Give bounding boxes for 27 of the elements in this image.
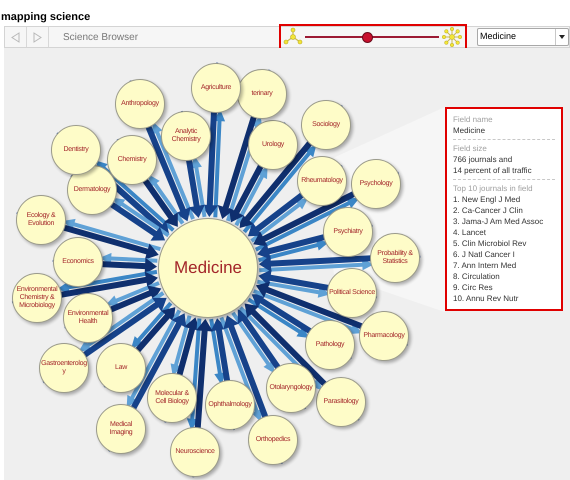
info-text: 2. Ca-Cancer J Clin: [453, 205, 524, 216]
info-text: 5. Clin Microbiol Rev: [453, 238, 528, 249]
section-heading: Field name: [453, 114, 494, 125]
info-text: 3. Jama-J Am Med Assoc: [453, 216, 544, 227]
page-title: mapping science: [1, 11, 90, 23]
field-dropdown[interactable]: Medicine: [477, 28, 569, 46]
info-text: 14 percent of all traffic: [453, 165, 533, 176]
back-icon: [11, 32, 20, 42]
forward-icon: [33, 32, 42, 42]
browser-title: Science Browser: [63, 30, 138, 44]
info-text: Medicine: [453, 125, 486, 136]
dropdown-button[interactable]: [555, 29, 568, 45]
caret-icon: [559, 35, 565, 39]
info-text: 766 journals and: [453, 154, 514, 165]
info-text: 9. Circ Res: [453, 282, 494, 293]
info-text: 10. Annu Rev Nutr: [453, 293, 520, 304]
info-text: 7. Ann Intern Med: [453, 260, 518, 271]
section-heading: Field size: [453, 143, 488, 154]
slider-thumb[interactable]: [362, 32, 374, 42]
info-text: 4. Lancet: [453, 227, 487, 238]
zoom-slider[interactable]: [305, 31, 439, 43]
info-text: 1. New Engl J Med: [453, 194, 522, 205]
large-network-icon: [441, 26, 463, 48]
section-heading: Top 10 journals in field: [453, 183, 534, 194]
info-text: 6. J Natl Cancer I: [453, 249, 516, 260]
info-text: 8. Circulation: [453, 271, 501, 282]
small-network-icon: [283, 27, 303, 47]
